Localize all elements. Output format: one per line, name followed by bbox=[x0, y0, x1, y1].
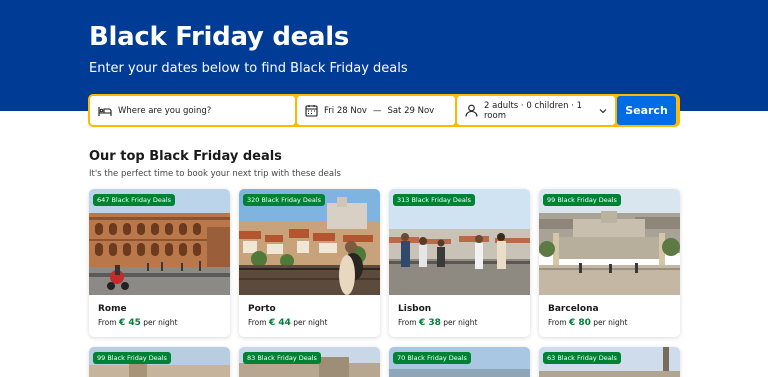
price-suffix: per night bbox=[293, 318, 328, 327]
price-amount: € 44 bbox=[268, 318, 291, 328]
section-subtitle: It's the perfect time to book your next … bbox=[89, 169, 341, 179]
deal-photo: 99 Black Friday Deals bbox=[89, 347, 230, 377]
deal-card-lisbon[interactable]: 313 Black Friday Deals Lisbon From € 38 … bbox=[389, 189, 530, 337]
deal-count-badge: 63 Black Friday Deals bbox=[543, 352, 621, 364]
deal-count-badge: 313 Black Friday Deals bbox=[393, 194, 476, 206]
deal-photo: 313 Black Friday Deals bbox=[389, 189, 530, 295]
deal-count-badge: 83 Black Friday Deals bbox=[243, 352, 321, 364]
person-icon bbox=[465, 104, 478, 117]
deal-photo: 63 Black Friday Deals bbox=[539, 347, 680, 377]
check-out-date: Sat 29 Nov bbox=[387, 105, 435, 116]
deal-photo: 99 Black Friday Deals bbox=[539, 189, 680, 295]
search-button[interactable]: Search bbox=[617, 96, 676, 125]
page-title: Black Friday deals bbox=[89, 22, 349, 52]
price-amount: € 80 bbox=[568, 318, 591, 328]
price-suffix: per night bbox=[143, 318, 178, 327]
destination-input[interactable]: Where are you going? bbox=[90, 96, 295, 125]
deal-photo: 647 Black Friday Deals bbox=[89, 189, 230, 295]
guests-summary: 2 adults · 0 children · 1 room bbox=[484, 100, 583, 121]
deal-card-rome[interactable]: 647 Black Friday Deals Rome From € 45 pe… bbox=[89, 189, 230, 337]
price-prefix: From bbox=[398, 318, 417, 327]
deal-city: Porto bbox=[248, 304, 276, 314]
price-prefix: From bbox=[98, 318, 117, 327]
deal-photo: 70 Black Friday Deals bbox=[389, 347, 530, 377]
date-picker[interactable]: Fri 28 Nov — Sat 29 Nov bbox=[297, 96, 455, 125]
price-prefix: From bbox=[248, 318, 267, 327]
price-amount: € 38 bbox=[418, 318, 441, 328]
deal-city: Lisbon bbox=[398, 304, 432, 314]
check-in-date: Fri 28 Nov bbox=[324, 105, 367, 116]
section-title: Our top Black Friday deals bbox=[89, 149, 282, 164]
deal-count-badge: 647 Black Friday Deals bbox=[93, 194, 176, 206]
deal-card-porto[interactable]: 320 Black Friday Deals Porto From € 44 p… bbox=[239, 189, 380, 337]
deal-card[interactable]: 99 Black Friday Deals bbox=[89, 347, 230, 377]
price-suffix: per night bbox=[443, 318, 478, 327]
deal-card-barcelona[interactable]: 99 Black Friday Deals Barcelona From € 8… bbox=[539, 189, 680, 337]
price-suffix: per night bbox=[593, 318, 628, 327]
destination-placeholder: Where are you going? bbox=[118, 105, 212, 116]
search-bar: Where are you going? Fri 28 Nov — Sat 29… bbox=[88, 94, 680, 127]
deal-count-badge: 70 Black Friday Deals bbox=[393, 352, 471, 364]
deal-card[interactable]: 83 Black Friday Deals bbox=[239, 347, 380, 377]
deal-price: From € 38 per night bbox=[398, 318, 477, 328]
deal-card[interactable]: 63 Black Friday Deals bbox=[539, 347, 680, 377]
deal-count-badge: 99 Black Friday Deals bbox=[543, 194, 621, 206]
date-separator: — bbox=[372, 105, 382, 116]
deal-photo: 83 Black Friday Deals bbox=[239, 347, 380, 377]
deal-count-badge: 320 Black Friday Deals bbox=[243, 194, 326, 206]
deal-photo: 320 Black Friday Deals bbox=[239, 189, 380, 295]
chevron-down-icon bbox=[599, 108, 607, 114]
deal-price: From € 44 per night bbox=[248, 318, 327, 328]
deal-count-badge: 99 Black Friday Deals bbox=[93, 352, 171, 364]
calendar-icon bbox=[305, 104, 318, 117]
price-amount: € 45 bbox=[118, 318, 141, 328]
guests-selector[interactable]: 2 adults · 0 children · 1 room bbox=[457, 96, 615, 125]
hero-subtitle: Enter your dates below to find Black Fri… bbox=[89, 61, 408, 76]
deal-price: From € 80 per night bbox=[548, 318, 627, 328]
bed-icon bbox=[98, 105, 112, 117]
price-prefix: From bbox=[548, 318, 567, 327]
deal-city: Rome bbox=[98, 304, 127, 314]
deal-city: Barcelona bbox=[548, 304, 599, 314]
deal-price: From € 45 per night bbox=[98, 318, 177, 328]
deal-card[interactable]: 70 Black Friday Deals bbox=[389, 347, 530, 377]
